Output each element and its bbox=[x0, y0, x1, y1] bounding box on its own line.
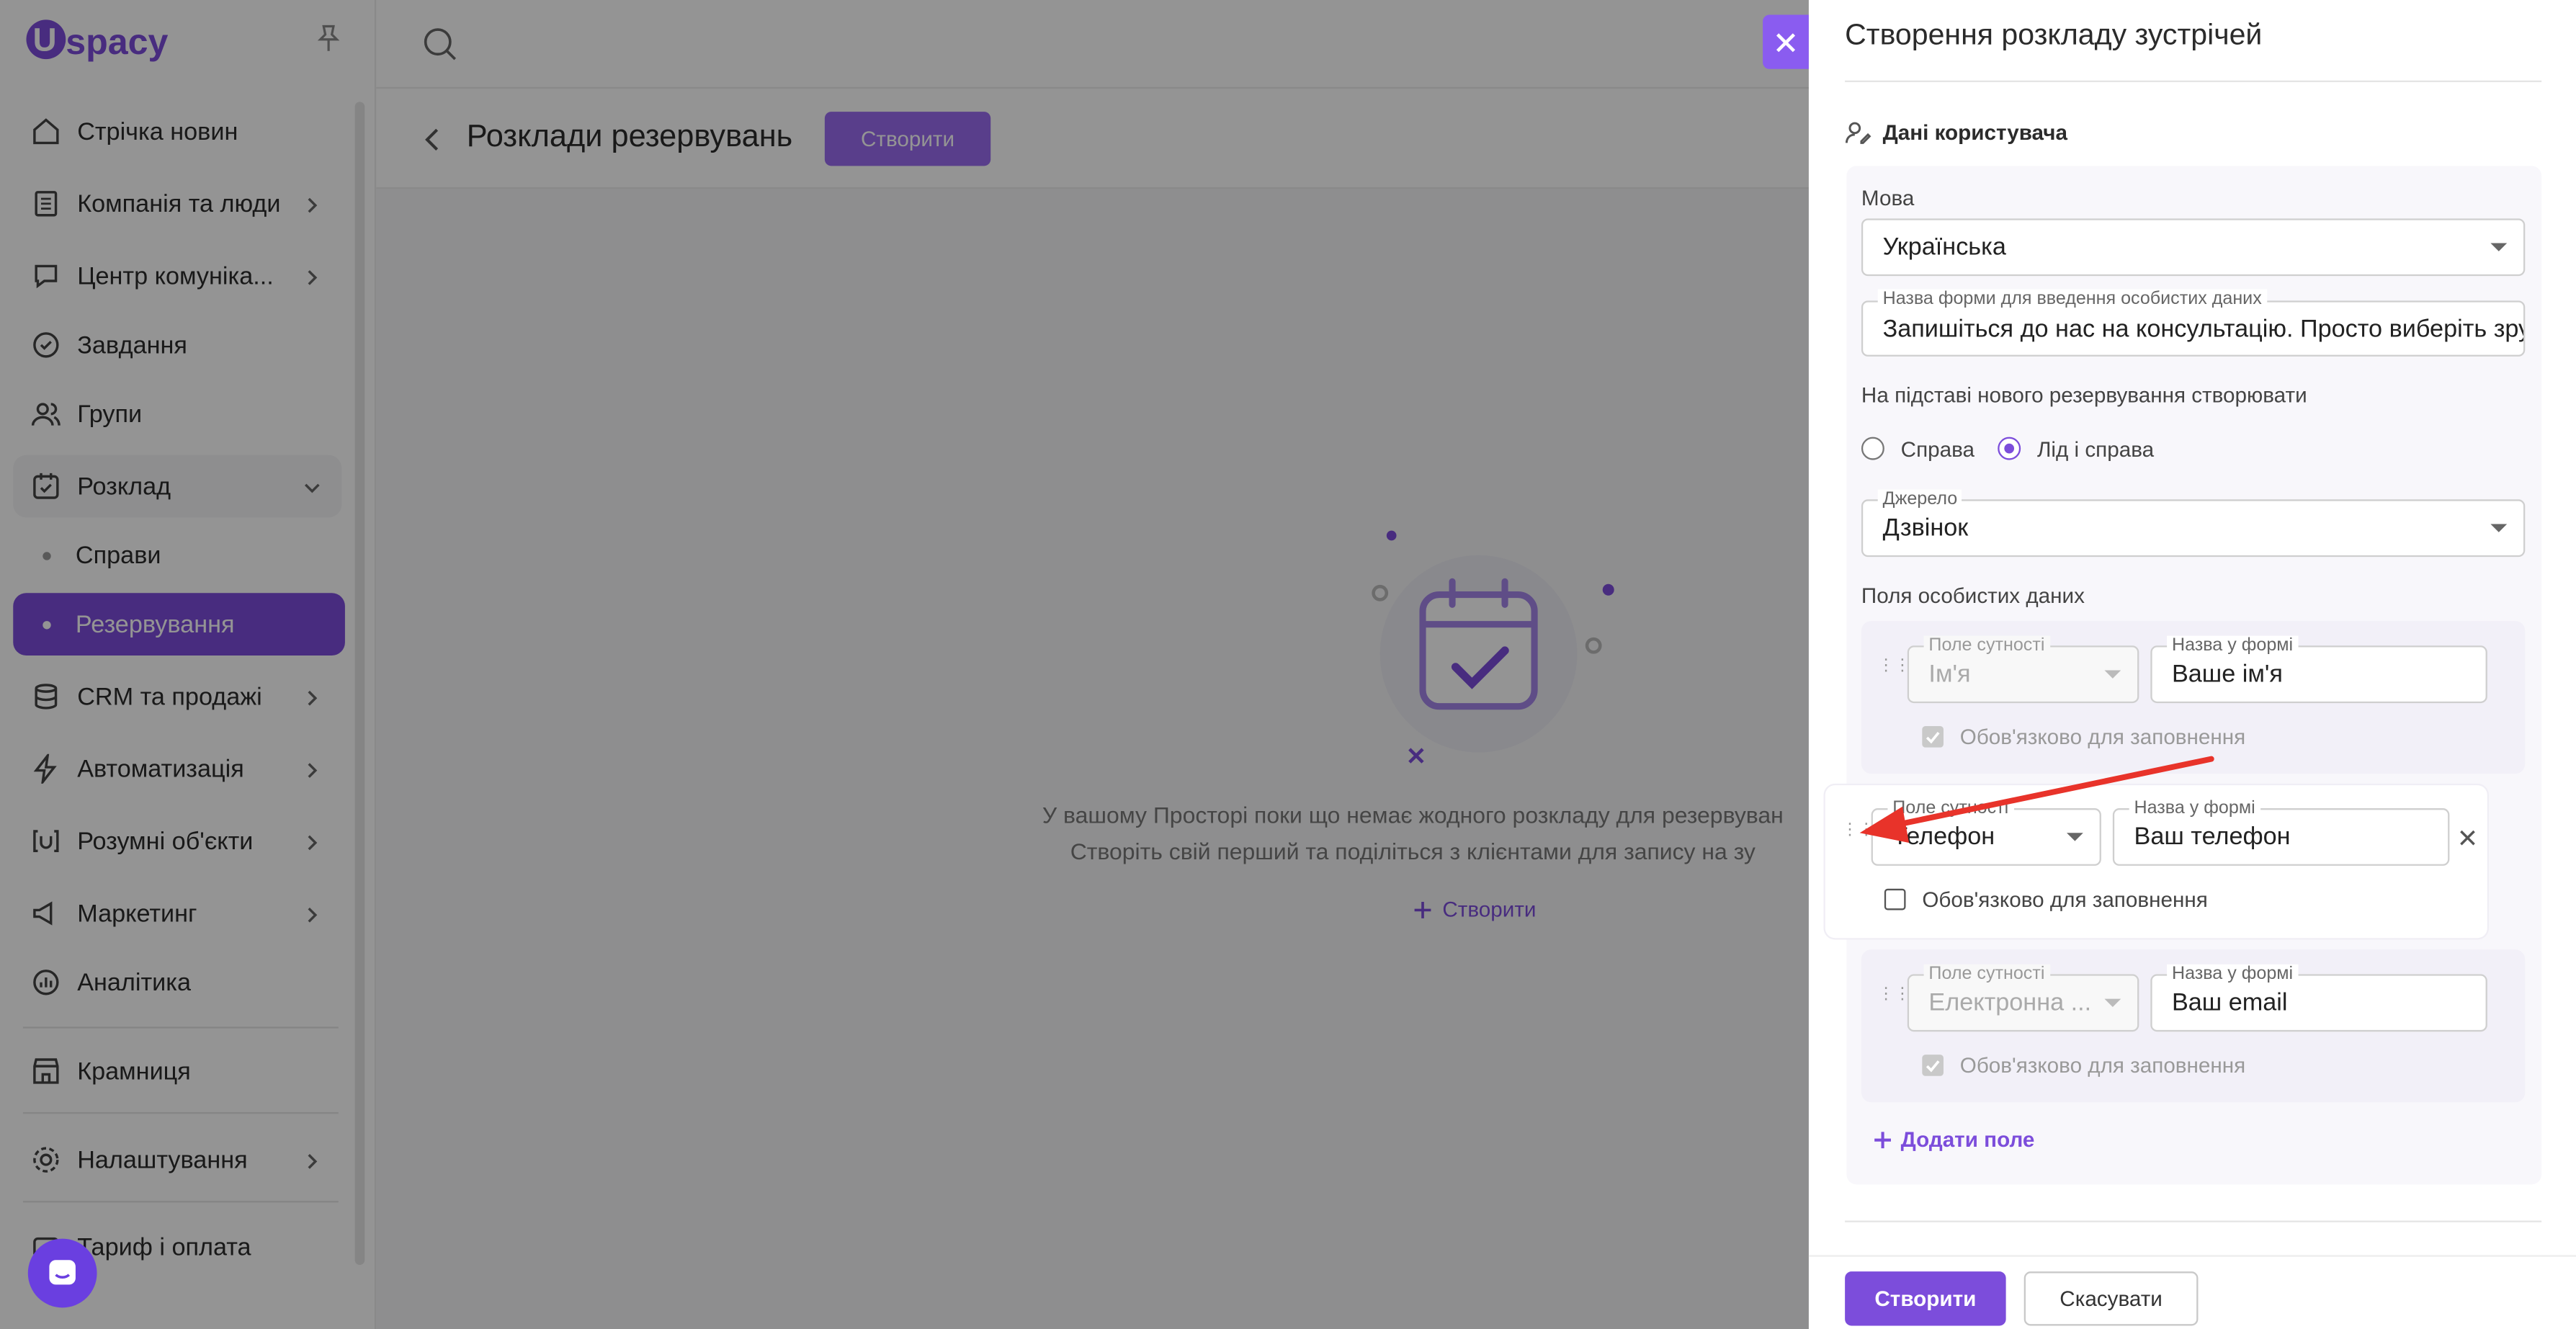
drag-handle-icon[interactable]: ⋮⋮ bbox=[1878, 987, 1911, 1011]
personal-fields-label: Поля особистих даних bbox=[1861, 583, 2085, 608]
caret-down-icon bbox=[2104, 669, 2121, 678]
add-field-label: Додати поле bbox=[1900, 1127, 2035, 1152]
required-label: Обов'язково для заповнення bbox=[1922, 887, 2208, 912]
divider bbox=[1845, 80, 2542, 83]
drag-handle-icon[interactable]: ⋮⋮ bbox=[1878, 658, 1911, 683]
required-checkbox bbox=[1922, 1055, 1944, 1076]
required-checkbox[interactable] bbox=[1884, 888, 1906, 910]
add-field-button[interactable]: Додати поле bbox=[1873, 1127, 2035, 1152]
form-label-value: Ваш email bbox=[2171, 988, 2288, 1017]
source-value: Дзвінок bbox=[1882, 514, 1969, 542]
form-label-value: Ваше ім'я bbox=[2171, 660, 2283, 689]
cancel-button[interactable]: Скасувати bbox=[2023, 1271, 2199, 1326]
footer-divider bbox=[1808, 1255, 2576, 1257]
form-name-label: Назва форми для введення особистих даних bbox=[1877, 289, 2267, 309]
remove-field-icon[interactable] bbox=[2458, 826, 2477, 856]
entity-field-label: Поле сутності bbox=[1923, 964, 2050, 985]
required-checkbox bbox=[1922, 726, 1944, 748]
entity-field-value: Електронна ... bbox=[1928, 988, 2092, 1017]
support-chat-button[interactable] bbox=[27, 1238, 97, 1308]
radio-lead-and-deal-label[interactable]: Лід і справа bbox=[2037, 437, 2154, 462]
form-label-label: Назва у формі bbox=[2167, 964, 2298, 985]
form-name-value: Запишіться до нас на консультацію. Прост… bbox=[1882, 314, 2526, 343]
form-name-input[interactable]: Запишіться до нас на консультацію. Прост… bbox=[1861, 300, 2526, 357]
caret-down-icon bbox=[2490, 242, 2508, 251]
caret-down-icon bbox=[2104, 998, 2121, 1006]
language-label: Мова bbox=[1861, 185, 1915, 210]
section-title: Дані користувача bbox=[1882, 120, 2068, 145]
entity-field-value: Ім'я bbox=[1928, 660, 1971, 689]
language-select[interactable]: Українська bbox=[1861, 218, 2526, 277]
submit-create-button[interactable]: Створити bbox=[1845, 1271, 2006, 1326]
create-based-label: На підставі нового резервування створюва… bbox=[1861, 382, 2307, 408]
close-icon bbox=[1776, 32, 1796, 52]
radio-deal[interactable] bbox=[1861, 437, 1884, 460]
plus-icon bbox=[1874, 1131, 1891, 1147]
required-label: Обов'язково для заповнення bbox=[1959, 1052, 2246, 1078]
language-value: Українська bbox=[1882, 233, 2006, 261]
required-label: Обов'язково для заповнення bbox=[1959, 724, 2246, 749]
modal-overlay[interactable] bbox=[0, 0, 1809, 1329]
annotation-arrow-icon bbox=[1823, 748, 2234, 863]
user-edit-icon bbox=[1845, 120, 1871, 146]
caret-down-icon bbox=[2490, 523, 2508, 532]
panel-title: Створення розкладу зустрічей bbox=[1845, 18, 2263, 51]
close-panel-button[interactable] bbox=[1763, 14, 1809, 69]
divider bbox=[1845, 1220, 2542, 1222]
radio-deal-label[interactable]: Справа bbox=[1901, 437, 1975, 462]
entity-field-label: Поле сутності bbox=[1923, 635, 2050, 655]
radio-lead-and-deal[interactable] bbox=[1998, 437, 2021, 460]
source-label: Джерело bbox=[1877, 489, 1963, 509]
chat-icon bbox=[49, 1260, 76, 1285]
form-label-label: Назва у формі bbox=[2167, 635, 2298, 655]
